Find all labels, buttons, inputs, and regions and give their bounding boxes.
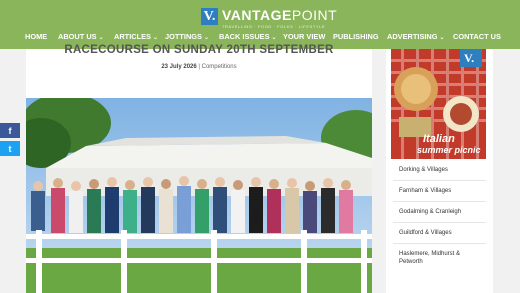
site-header: V. VANTAGEPOINT TRAVELLING · FOOD · FOLK… [0, 0, 520, 49]
cover-headline-2: summer picnic [417, 145, 481, 155]
nav-articles[interactable]: ARTICLES ⌄ [114, 32, 158, 41]
article-photo [26, 98, 372, 293]
article-category-link[interactable]: Competitions [202, 64, 237, 70]
sidebar-item-dorking[interactable]: Dorking & Villages [399, 166, 448, 174]
article-date: 23 July 2026 [161, 64, 197, 70]
nav-jottings[interactable]: JOTTINGS ⌄ [165, 32, 209, 41]
nav-your-view[interactable]: YOUR VIEW [283, 32, 325, 41]
sidebar-item-guildford[interactable]: Guildford & Villages [399, 229, 452, 237]
chevron-down-icon: ⌄ [152, 35, 158, 41]
logo-mark: V. [201, 8, 218, 25]
nav-back-issues[interactable]: BACK ISSUES ⌄ [219, 32, 277, 41]
article-main: RACECOURSE ON SUNDAY 20TH SEPTEMBER 23 J… [26, 44, 372, 293]
chevron-down-icon: ⌄ [203, 35, 209, 41]
chevron-down-icon: ⌄ [271, 35, 277, 41]
article-title: RACECOURSE ON SUNDAY 20TH SEPTEMBER [64, 44, 334, 56]
sidebar-item-haslemere[interactable]: Haslemere, Midhurst & Petworth [399, 250, 479, 266]
cover-headline-1: Italian [423, 133, 455, 145]
logo-tagline: TRAVELLING · FOOD · FOLKS · LIFESTYLE [222, 24, 326, 29]
nav-advertising[interactable]: ADVERTISING ⌄ [387, 32, 445, 41]
twitter-icon: t [8, 143, 12, 154]
magazine-cover[interactable]: V. Italian summer picnic [391, 49, 486, 159]
sidebar-item-godalming[interactable]: Godalming & Cranleigh [399, 208, 461, 216]
chevron-down-icon: ⌄ [98, 35, 104, 41]
sidebar-divider [393, 180, 486, 181]
logo-name: VANTAGEPOINT [222, 7, 338, 23]
facebook-share-button[interactable]: f [0, 123, 20, 138]
nav-home[interactable]: HOME [25, 32, 47, 41]
site-logo[interactable]: V. VANTAGEPOINT TRAVELLING · FOOD · FOLK… [201, 8, 337, 29]
nav-publishing[interactable]: PUBLISHING [333, 32, 379, 41]
chevron-down-icon: ⌄ [439, 35, 445, 41]
twitter-share-button[interactable]: t [0, 141, 20, 156]
facebook-icon: f [8, 125, 12, 136]
nav-about-us[interactable]: ABOUT US ⌄ [58, 32, 104, 41]
sidebar-item-farnham[interactable]: Farnham & Villages [399, 187, 451, 195]
sidebar-divider [393, 222, 486, 223]
sidebar-divider [393, 243, 486, 244]
article-meta: 23 July 2026 | Competitions [26, 64, 372, 70]
nav-contact-us[interactable]: CONTACT US [453, 32, 501, 41]
sidebar-divider [393, 201, 486, 202]
cover-logo-mark: V. [464, 51, 475, 65]
group-photo-illustration [26, 98, 372, 293]
sidebar: V. Italian summer picnic Dorking & Villa… [386, 49, 493, 293]
meta-separator: | [198, 64, 200, 70]
